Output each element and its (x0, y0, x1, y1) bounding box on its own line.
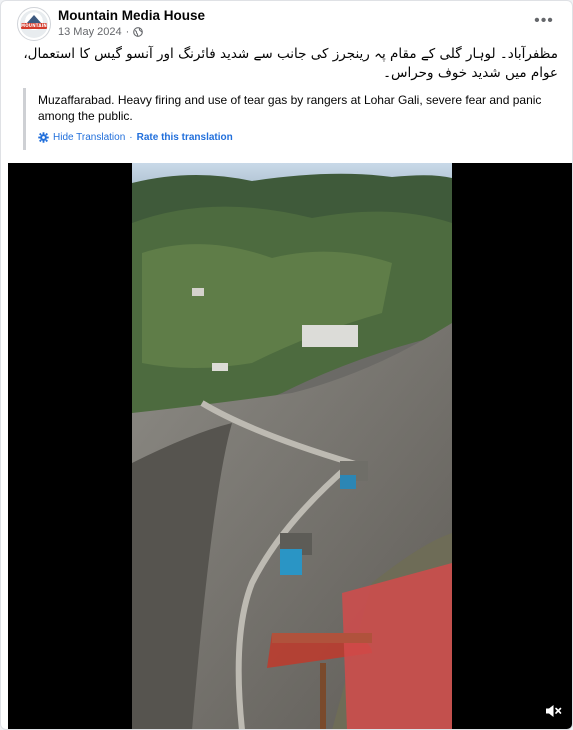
avatar[interactable]: MOUNTAIN (17, 7, 51, 41)
meta-separator: · (125, 26, 130, 38)
page-name-link[interactable]: Mountain Media House (58, 8, 205, 23)
video-player[interactable] (8, 163, 572, 729)
hide-translation-link[interactable]: Hide Translation (53, 132, 125, 143)
speaker-muted-icon[interactable] (544, 702, 562, 720)
translation-text: Muzaffarabad. Heavy firing and use of te… (38, 93, 542, 123)
globe-icon (133, 27, 144, 37)
post-card: MOUNTAIN Mountain Media House 13 May 202… (0, 0, 573, 730)
post-meta: 13 May 2024 · (58, 26, 144, 38)
translation-links: Hide Translation · Rate this translation (38, 132, 558, 143)
gear-icon (38, 132, 49, 143)
link-separator: · (129, 132, 133, 143)
post-date[interactable]: 13 May 2024 (58, 26, 122, 38)
post-text-urdu: مظفرآباد۔ لوہار گلی کے مقام پہ رینجرز کی… (23, 46, 558, 81)
avatar-logo: MOUNTAIN (20, 10, 48, 38)
more-options-icon[interactable]: ••• (532, 11, 556, 31)
rate-translation-link[interactable]: Rate this translation (137, 132, 233, 143)
post-header: MOUNTAIN Mountain Media House 13 May 202… (15, 7, 558, 43)
video-thumbnail-image (132, 163, 452, 729)
video-frame (132, 163, 452, 729)
translation-block: Muzaffarabad. Heavy firing and use of te… (23, 88, 558, 150)
avatar-logo-text: MOUNTAIN (21, 23, 47, 28)
